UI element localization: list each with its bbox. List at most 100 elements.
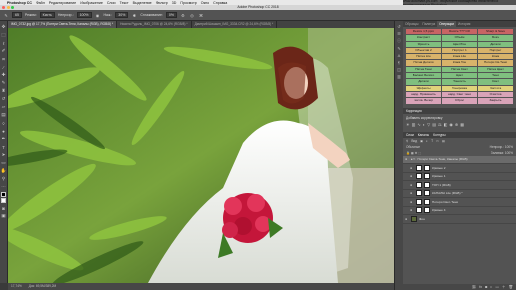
- brush-tool-icon[interactable]: ✎: [1, 80, 7, 86]
- minimize-window-icon[interactable]: [6, 6, 10, 9]
- action-button[interactable]: Resize ??? CR: [442, 29, 477, 35]
- link-layers-icon[interactable]: ⛓: [472, 284, 477, 290]
- hue-adjust-icon[interactable]: ▤: [432, 122, 436, 127]
- menu-item-image[interactable]: Изображение: [80, 1, 103, 5]
- document-canvas[interactable]: [8, 28, 394, 283]
- histogram-panel-icon[interactable]: ▥: [397, 74, 401, 79]
- visibility-eye-icon[interactable]: ●: [405, 157, 409, 161]
- action-button[interactable]: Потери Св-Тени: [478, 60, 513, 66]
- close-window-icon[interactable]: [2, 6, 5, 9]
- brush-panel-icon[interactable]: ✎: [397, 46, 400, 51]
- menu-item-photoshop[interactable]: Photoshop CC: [7, 1, 32, 5]
- visibility-eye-icon[interactable]: ●: [410, 183, 414, 187]
- quick-select-tool-icon[interactable]: ✐: [1, 48, 7, 54]
- brightness-adjust-icon[interactable]: ☀: [406, 122, 410, 127]
- background-color-swatch[interactable]: [1, 198, 6, 203]
- action-button[interactable]: нард. Свет тени: [442, 91, 477, 98]
- action-button[interactable]: Resize 1,5 ppm: [406, 29, 441, 35]
- layer-mask-thumbnail[interactable]: [424, 164, 430, 171]
- folder-icon[interactable]: ▸▭: [411, 157, 415, 161]
- add-mask-icon[interactable]: ◙: [485, 284, 487, 290]
- menu-item-filter[interactable]: Фильтр: [156, 1, 168, 5]
- healing-brush-tool-icon[interactable]: ✚: [1, 72, 7, 78]
- layer-row[interactable]: ● Кривые 2: [403, 164, 516, 173]
- layer-mask-thumbnail[interactable]: [424, 207, 430, 214]
- shape-tool-icon[interactable]: ▭: [1, 160, 7, 166]
- exposure-adjust-icon[interactable]: ◐: [423, 122, 425, 127]
- lookup-adjust-icon[interactable]: ▦: [460, 122, 464, 127]
- blend-mode-select[interactable]: Обычные: [406, 145, 420, 149]
- visibility-eye-icon[interactable]: ●: [410, 174, 414, 178]
- action-button[interactable]: Бокэ: [478, 35, 513, 41]
- action-button[interactable]: Тени: [478, 73, 513, 79]
- action-button[interactable]: Баланс Белого: [406, 73, 441, 79]
- filter-type-icon[interactable]: T: [431, 139, 433, 143]
- action-button[interactable]: Объектив 2: [406, 47, 441, 54]
- layer-mask-thumbnail[interactable]: [424, 198, 430, 205]
- filter-adjust-icon[interactable]: ◐: [426, 139, 428, 143]
- blur-tool-icon[interactable]: ◊: [1, 120, 7, 126]
- action-button[interactable]: нард. Применить: [406, 91, 441, 98]
- levels-adjust-icon[interactable]: ▥: [412, 122, 416, 127]
- menu-item-layer[interactable]: Слои: [107, 1, 116, 5]
- action-button[interactable]: Объём: [442, 35, 477, 41]
- character-panel-icon[interactable]: A: [398, 53, 401, 58]
- action-button[interactable]: Свет: [478, 79, 513, 85]
- airbrush-icon[interactable]: ✱: [131, 12, 137, 18]
- info-panel-icon[interactable]: ⓘ: [397, 38, 401, 44]
- vibrance-adjust-icon[interactable]: ▽: [427, 122, 430, 127]
- visibility-eye-icon[interactable]: ●: [410, 200, 414, 204]
- visibility-eye-icon[interactable]: ●: [410, 208, 414, 212]
- gradient-tool-icon[interactable]: ▤: [1, 112, 7, 118]
- action-button[interactable]: Кожа Lite: [442, 54, 477, 60]
- black-white-adjust-icon[interactable]: ◧: [444, 122, 448, 127]
- tab-actions[interactable]: Операции: [437, 21, 457, 27]
- action-button[interactable]: Детали: [478, 41, 513, 47]
- zoom-window-icon[interactable]: [11, 6, 14, 9]
- brush-tool-icon[interactable]: ✎: [3, 12, 9, 18]
- hand-tool-icon[interactable]: ✋: [1, 168, 7, 174]
- photo-filter-adjust-icon[interactable]: ◉: [449, 122, 453, 127]
- menu-item-view[interactable]: Просмотр: [180, 1, 196, 5]
- action-button[interactable]: числа. Вечер: [406, 98, 441, 104]
- brush-size-picker[interactable]: 65: [12, 12, 22, 18]
- action-button[interactable]: Эффекты: [406, 85, 441, 91]
- move-tool-icon[interactable]: ✥: [1, 24, 7, 30]
- quick-mask-icon[interactable]: ◙: [1, 205, 7, 211]
- menu-item-window[interactable]: Окно: [201, 1, 209, 5]
- lasso-tool-icon[interactable]: ℓ: [1, 40, 7, 46]
- layer-fill[interactable]: Заливка: 100%: [491, 151, 513, 155]
- layer-row[interactable]: ● КАНАЛЫ Lite (RGB) *: [403, 190, 516, 199]
- filter-pixel-icon[interactable]: ▣: [420, 139, 423, 143]
- color-balance-adjust-icon[interactable]: ⚖: [438, 122, 442, 127]
- layer-row[interactable]: ● TOH 1 (RGB): [403, 181, 516, 190]
- paragraph-panel-icon[interactable]: ¶: [398, 60, 400, 65]
- eyedropper-tool-icon[interactable]: ⁄: [1, 64, 7, 70]
- dodge-tool-icon[interactable]: ●: [1, 128, 7, 134]
- smoothing-input[interactable]: 0%: [165, 12, 177, 18]
- channel-mixer-adjust-icon[interactable]: ⊕: [455, 122, 458, 127]
- tab-img-0732[interactable]: IMG_0732.jpg @ 17,7% (Потери Света-Тени,…: [8, 21, 118, 28]
- action-button[interactable]: Тонкость: [442, 79, 477, 85]
- layer-row[interactable]: ● Кривые 1: [403, 173, 516, 182]
- action-button[interactable]: Sharp & Save: [478, 29, 513, 35]
- history-panel-icon[interactable]: ↺: [397, 24, 400, 29]
- eraser-tool-icon[interactable]: ▱: [1, 104, 7, 110]
- tab-channels[interactable]: Каналы: [418, 132, 429, 138]
- action-button[interactable]: Чистота: [478, 85, 513, 91]
- tab-history[interactable]: История: [456, 21, 472, 27]
- action-button[interactable]: Яркость: [406, 41, 441, 47]
- pressure-input[interactable]: 30%: [115, 12, 129, 18]
- tab-swatches[interactable]: Образцы: [403, 21, 420, 27]
- clone-stamp-tool-icon[interactable]: ♜: [1, 88, 7, 94]
- action-button[interactable]: Пятна Детали: [406, 60, 441, 66]
- zoom-level[interactable]: 17,74%: [11, 284, 22, 288]
- more-tools-icon[interactable]: ⋯: [1, 184, 7, 190]
- action-button[interactable]: Кожа: [478, 54, 513, 60]
- visibility-eye-icon[interactable]: ●: [405, 217, 409, 221]
- menu-item-file[interactable]: Файл: [36, 1, 45, 5]
- action-button[interactable]: Портрет 1: [442, 47, 477, 54]
- layer-row[interactable]: ● ▸▭ Потери Света-Тени, Каналы (RGB): [403, 155, 516, 165]
- mode-select[interactable]: Кисть: [39, 12, 55, 18]
- type-tool-icon[interactable]: T: [1, 144, 7, 150]
